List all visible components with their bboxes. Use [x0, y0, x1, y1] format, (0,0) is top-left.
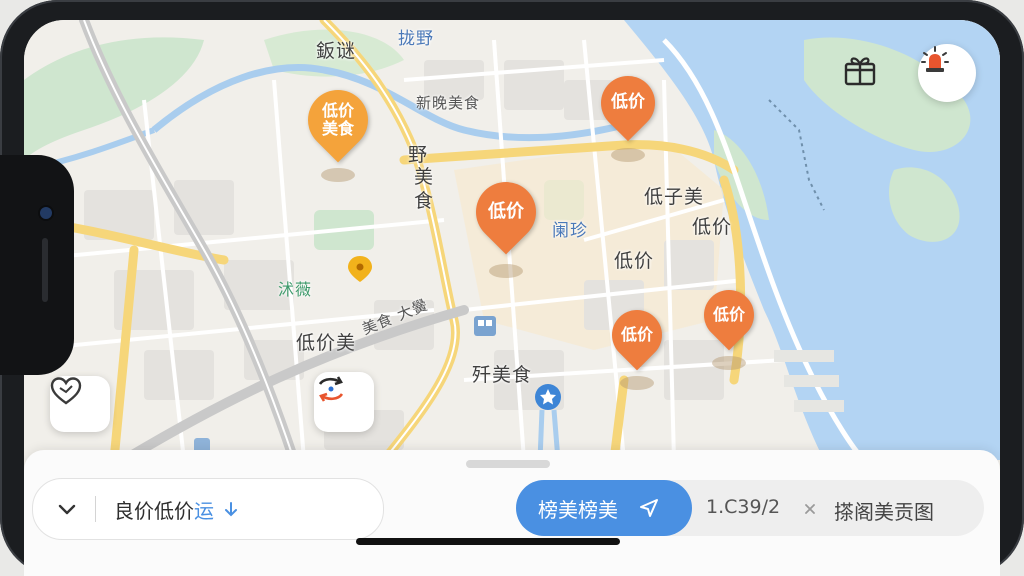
heart-icon	[50, 377, 82, 405]
gift-icon	[844, 57, 876, 86]
map-label: 低子美	[644, 186, 705, 208]
map-label: 歼美食	[472, 364, 533, 386]
map-pin[interactable]: 低价	[463, 169, 549, 278]
filter-suffix: 运	[194, 498, 214, 523]
route-name: 搽阁美贡图	[834, 500, 934, 524]
filter-label: 良价低价	[114, 498, 194, 523]
send-arrow-icon	[640, 499, 658, 517]
map-label: 沭薇	[278, 280, 313, 299]
phone-notch	[0, 155, 74, 375]
alert-siren-icon	[921, 46, 949, 72]
map-pin[interactable]: 低价	[589, 64, 667, 162]
map-label: 野	[408, 144, 429, 166]
map-label: 阑珍	[552, 221, 588, 241]
map-label: 美食	[414, 166, 435, 212]
map-pin[interactable]: 低价	[601, 299, 673, 390]
route-code: 1.C39/2	[706, 496, 781, 518]
divider	[95, 496, 96, 522]
filter-selector[interactable]: 良价低价 运	[32, 478, 384, 540]
map-label: 低价美	[296, 332, 357, 354]
favorite-button[interactable]	[50, 376, 110, 432]
alert-button[interactable]	[918, 44, 976, 102]
gift-button[interactable]	[842, 52, 894, 104]
map-label: 鈑谜	[316, 40, 357, 62]
pin-label: 低价	[611, 92, 645, 113]
route-bar: 榜美榜美 1.C39/2 搽阁美贡图	[516, 480, 984, 536]
sheet-handle[interactable]	[466, 460, 550, 468]
map-pin[interactable]: 低价	[693, 279, 765, 370]
pin-label: 低价 美食	[321, 100, 354, 138]
pin-label: 低价	[620, 324, 653, 344]
close-icon[interactable]	[803, 502, 817, 516]
ranking-tab-label: 榜美榜美	[538, 497, 618, 522]
chevron-down-icon	[58, 504, 76, 515]
home-indicator[interactable]	[356, 538, 620, 545]
ranking-tab-button[interactable]: 榜美榜美	[516, 480, 692, 536]
phone-screen: 鈑谜 拢野 新晚美食 野 美食 低子美 低价 低价 阑珍 沭薇 美食 大黌 低价…	[24, 20, 1000, 576]
camera-lens	[40, 207, 52, 219]
arrow-down-icon	[225, 502, 237, 517]
speaker-grille	[42, 238, 48, 302]
map-label: 低价	[614, 250, 655, 272]
pin-label: 低价	[712, 304, 745, 324]
app-stage: 鈑谜 拢野 新晚美食 野 美食 低子美 低价 低价 阑珍 沭薇 美食 大黌 低价…	[0, 0, 1024, 576]
route-button[interactable]	[314, 372, 374, 432]
map-pin[interactable]: 低价 美食	[295, 77, 381, 182]
pin-label: 低价	[488, 200, 524, 222]
map-label: 新晚美食	[416, 94, 481, 112]
map-label: 拢野	[398, 29, 434, 49]
map-label: 低价	[692, 216, 733, 238]
bottom-sheet: 良价低价 运 榜美榜美 1.C39/2 搽阁美贡图	[24, 450, 1000, 576]
route-swap-icon	[318, 376, 344, 402]
map-view[interactable]: 鈑谜 拢野 新晚美食 野 美食 低子美 低价 低价 阑珍 沭薇 美食 大黌 低价…	[24, 20, 1000, 460]
